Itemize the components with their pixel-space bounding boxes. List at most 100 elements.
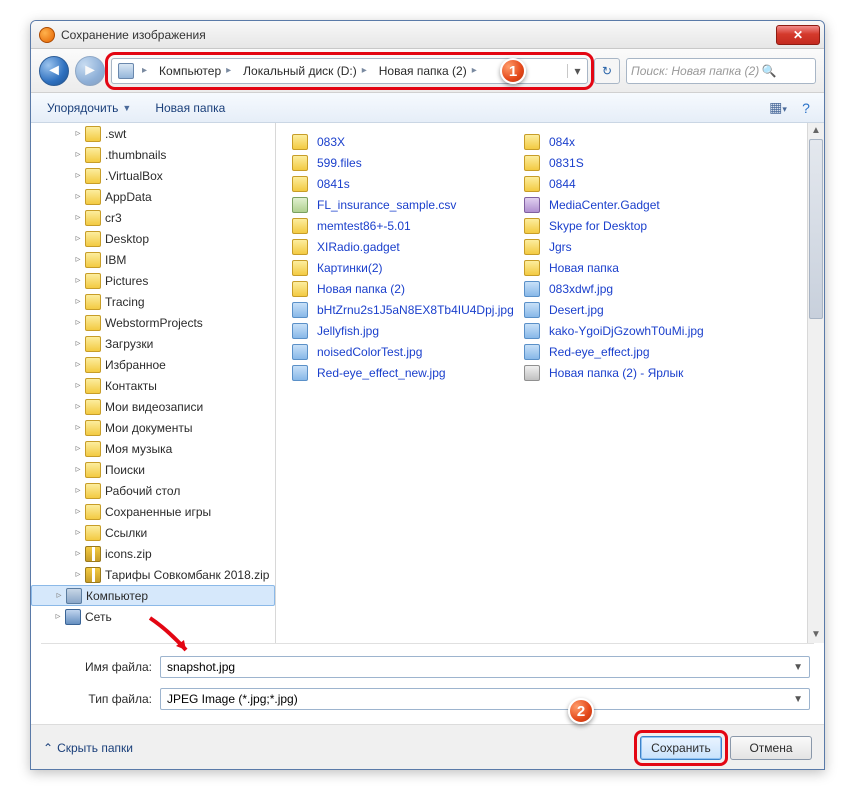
nav-forward-button[interactable]: ► (75, 56, 105, 86)
tree-item[interactable]: ▹Рабочий стол (31, 480, 275, 501)
file-item[interactable]: noisedColorTest.jpg (288, 341, 520, 362)
file-item[interactable]: 084x (520, 131, 752, 152)
expand-icon[interactable]: ▹ (71, 485, 85, 496)
address-dropdown[interactable]: ▾ (567, 64, 587, 78)
file-item[interactable]: bHtZrnu2s1J5aN8EX8Tb4IU4Dpj.jpg (288, 299, 520, 320)
file-item[interactable]: Новая папка (2) (288, 278, 520, 299)
file-item[interactable]: 083xdwf.jpg (520, 278, 752, 299)
expand-icon[interactable]: ▹ (71, 506, 85, 517)
expand-icon[interactable]: ▹ (71, 380, 85, 391)
tree-item[interactable]: ▹Загрузки (31, 333, 275, 354)
expand-icon[interactable]: ▹ (71, 359, 85, 370)
file-item-label: Jellyfish.jpg (317, 324, 379, 338)
file-item[interactable]: 0831S (520, 152, 752, 173)
tree-item[interactable]: ▹WebstormProjects (31, 312, 275, 333)
tree-item[interactable]: ▹Компьютер (31, 585, 275, 606)
expand-icon[interactable]: ▹ (71, 443, 85, 454)
scroll-down-icon[interactable]: ▼ (808, 627, 824, 643)
tree-item[interactable]: ▹Сохраненные игры (31, 501, 275, 522)
tree-item[interactable]: ▹Desktop (31, 228, 275, 249)
file-item[interactable]: 599.files (288, 152, 520, 173)
expand-icon[interactable]: ▹ (71, 569, 85, 580)
expand-icon[interactable]: ▹ (71, 212, 85, 223)
new-folder-button[interactable]: Новая папка (145, 97, 235, 119)
img-icon (292, 365, 308, 381)
file-item[interactable]: Red-eye_effect.jpg (520, 341, 752, 362)
tree-item[interactable]: ▹AppData (31, 186, 275, 207)
expand-icon[interactable]: ▹ (71, 191, 85, 202)
expand-icon[interactable]: ▹ (71, 170, 85, 181)
close-button[interactable]: ✕ (776, 25, 820, 45)
expand-icon[interactable]: ▹ (71, 527, 85, 538)
tree-item[interactable]: ▹.swt (31, 123, 275, 144)
tree-item[interactable]: ▹Мои видеозаписи (31, 396, 275, 417)
file-item[interactable]: MediaCenter.Gadget (520, 194, 752, 215)
cancel-button[interactable]: Отмена (730, 736, 812, 760)
breadcrumb-segment[interactable]: Новая папка (2)▸ (373, 64, 483, 78)
expand-icon[interactable]: ▹ (71, 254, 85, 265)
file-item[interactable]: Картинки(2) (288, 257, 520, 278)
expand-icon[interactable]: ▹ (71, 233, 85, 244)
list-scrollbar[interactable]: ▲ ▼ (807, 123, 824, 643)
hide-folders-link[interactable]: ⌃ Скрыть папки (43, 741, 133, 755)
tree-item[interactable]: ▹Моя музыка (31, 438, 275, 459)
file-item[interactable]: XIRadio.gadget (288, 236, 520, 257)
tree-item[interactable]: ▹icons.zip (31, 543, 275, 564)
file-item[interactable]: kako-YgoiDjGzowhT0uMi.jpg (520, 320, 752, 341)
save-button[interactable]: Сохранить (640, 736, 722, 760)
file-item[interactable]: Новая папка (520, 257, 752, 278)
file-item[interactable]: FL_insurance_sample.csv (288, 194, 520, 215)
expand-icon[interactable]: ▹ (71, 128, 85, 139)
tree-item[interactable]: ▹Поиски (31, 459, 275, 480)
breadcrumb-segment[interactable]: Локальный диск (D:)▸ (237, 64, 373, 78)
nav-back-button[interactable]: ◄ (39, 56, 69, 86)
tree-item[interactable]: ▹Избранное (31, 354, 275, 375)
expand-icon[interactable]: ▹ (52, 590, 66, 601)
scroll-up-icon[interactable]: ▲ (808, 123, 824, 139)
expand-icon[interactable]: ▹ (51, 611, 65, 622)
expand-icon[interactable]: ▹ (71, 275, 85, 286)
expand-icon[interactable]: ▹ (71, 149, 85, 160)
expand-icon[interactable]: ▹ (71, 464, 85, 475)
organize-button[interactable]: Упорядочить ▼ (37, 97, 141, 119)
tree-item[interactable]: ▹Тарифы Совкомбанк 2018.zip (31, 564, 275, 585)
chevron-down-icon[interactable]: ▼ (793, 694, 803, 705)
file-item[interactable]: 0844 (520, 173, 752, 194)
tree-item[interactable]: ▹.thumbnails (31, 144, 275, 165)
file-item[interactable]: 083X (288, 131, 520, 152)
view-button[interactable]: ▦▾ (766, 99, 790, 116)
tree-item[interactable]: ▹Tracing (31, 291, 275, 312)
tree-item[interactable]: ▹Мои документы (31, 417, 275, 438)
file-item[interactable]: Jellyfish.jpg (288, 320, 520, 341)
expand-icon[interactable]: ▹ (71, 422, 85, 433)
expand-icon[interactable]: ▹ (71, 317, 85, 328)
breadcrumb-segment[interactable]: Компьютер▸ (153, 64, 237, 78)
filename-input[interactable]: snapshot.jpg ▼ (160, 656, 810, 678)
chevron-down-icon[interactable]: ▼ (793, 662, 803, 673)
tree-item[interactable]: ▹Сеть (31, 606, 275, 627)
expand-icon[interactable]: ▹ (71, 548, 85, 559)
search-input[interactable]: Поиск: Новая папка (2) 🔍 (626, 58, 816, 84)
tree-item[interactable]: ▹Ссылки (31, 522, 275, 543)
tree-item[interactable]: ▹Контакты (31, 375, 275, 396)
expand-icon[interactable]: ▹ (71, 338, 85, 349)
tree-item[interactable]: ▹Pictures (31, 270, 275, 291)
tree-item[interactable]: ▹cr3 (31, 207, 275, 228)
folder-tree[interactable]: ▹.swt▹.thumbnails▹.VirtualBox▹AppData▹cr… (31, 123, 276, 643)
tree-item[interactable]: ▹.VirtualBox (31, 165, 275, 186)
expand-icon[interactable]: ▹ (71, 296, 85, 307)
file-item[interactable]: Jgrs (520, 236, 752, 257)
file-item[interactable]: Desert.jpg (520, 299, 752, 320)
file-item[interactable]: Red-eye_effect_new.jpg (288, 362, 520, 383)
tree-item[interactable]: ▹IBM (31, 249, 275, 270)
filetype-select[interactable]: JPEG Image (*.jpg;*.jpg) ▼ (160, 688, 810, 710)
expand-icon[interactable]: ▹ (71, 401, 85, 412)
file-item[interactable]: Новая папка (2) - Ярлык (520, 362, 752, 383)
file-item[interactable]: Skype for Desktop (520, 215, 752, 236)
file-item[interactable]: memtest86+-5.01 (288, 215, 520, 236)
help-button[interactable]: ? (794, 100, 818, 116)
refresh-button[interactable]: ↻ (594, 58, 620, 84)
file-item[interactable]: 0841s (288, 173, 520, 194)
scroll-thumb[interactable] (809, 139, 823, 319)
breadcrumb-root[interactable]: ▸ (112, 63, 153, 79)
